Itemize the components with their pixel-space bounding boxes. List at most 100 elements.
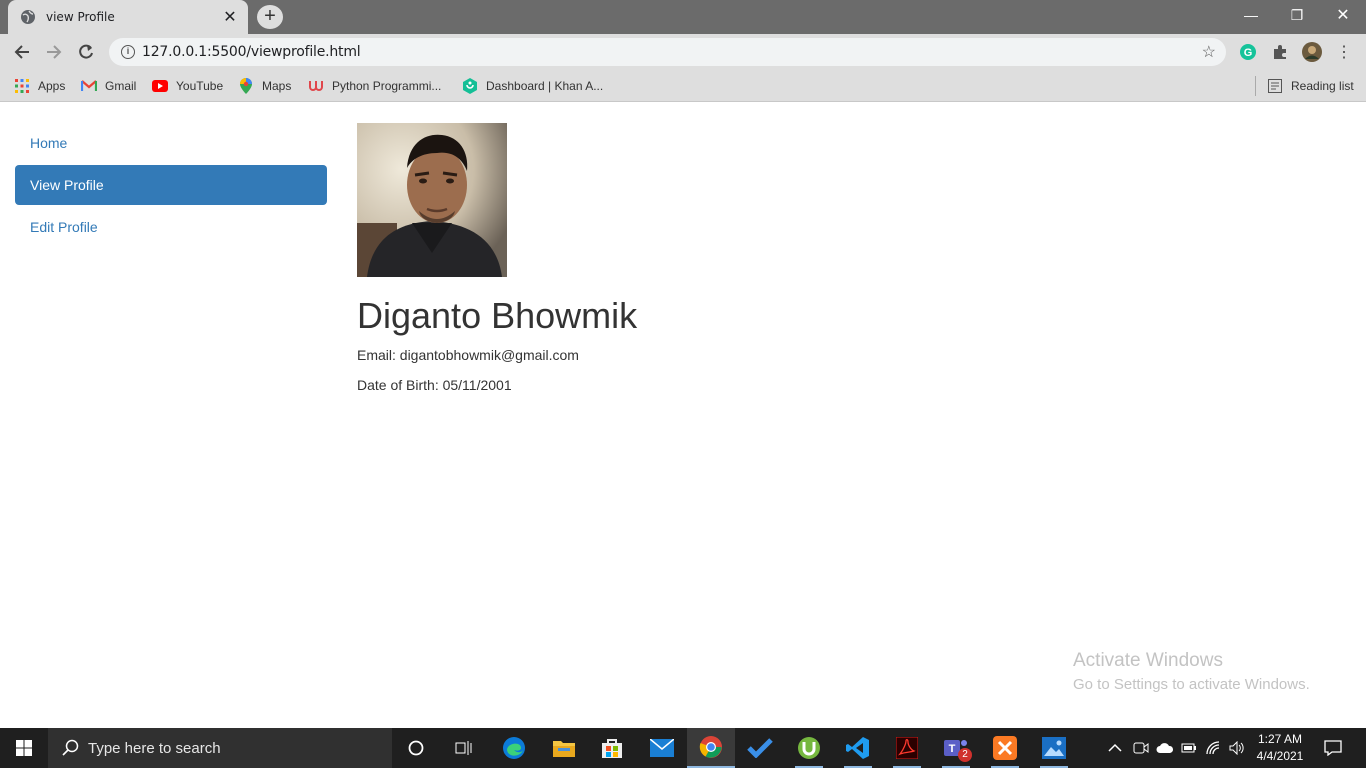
sidebar-item-home[interactable]: Home <box>15 123 327 163</box>
taskbar-teams[interactable]: T 2 <box>932 728 980 768</box>
utorrent-icon <box>798 737 820 759</box>
profile-avatar-icon[interactable] <box>1302 42 1322 62</box>
reload-button[interactable] <box>74 40 98 64</box>
show-hidden-icons-button[interactable] <box>1108 728 1122 768</box>
action-center-button[interactable] <box>1324 728 1342 768</box>
chevron-up-icon <box>1108 743 1122 752</box>
task-view-button[interactable] <box>440 728 488 768</box>
taskbar-xampp[interactable] <box>981 728 1029 768</box>
store-bag-icon <box>602 739 622 758</box>
maps-pin-icon <box>238 78 254 94</box>
bookmarks-bar: Apps Gmail YouTube Maps Python Programmi… <box>0 70 1366 102</box>
bookmark-youtube[interactable]: YouTube <box>152 77 223 95</box>
bookmark-label: Python Programmi... <box>332 79 442 93</box>
profile-name: Diganto Bhowmik <box>357 295 638 336</box>
activate-windows-watermark: Activate Windows Go to Settings to activ… <box>1073 650 1310 693</box>
xampp-icon <box>993 736 1017 760</box>
profile-photo <box>357 123 507 277</box>
edge-icon <box>503 737 525 759</box>
address-bar[interactable]: i 127.0.0.1:5500/viewprofile.html ☆ <box>109 38 1226 66</box>
youtube-icon <box>152 78 168 94</box>
photos-icon <box>1042 737 1066 759</box>
volume-icon[interactable] <box>1229 728 1245 768</box>
bookmarks-separator <box>1255 76 1256 96</box>
taskbar-vscode[interactable] <box>834 728 882 768</box>
bookmark-maps[interactable]: Maps <box>238 77 291 95</box>
profile-dob: Date of Birth: 05/11/2001 <box>357 377 512 393</box>
bookmark-label: Maps <box>262 79 292 93</box>
reading-list-label: Reading list <box>1291 79 1354 93</box>
windows-taskbar: Type here to search T 2 1:27 AM 4/4/2021 <box>0 728 1366 768</box>
meet-now-icon[interactable] <box>1133 728 1149 768</box>
new-tab-button[interactable]: + <box>257 5 283 29</box>
taskbar-utorrent[interactable] <box>785 728 833 768</box>
tab-title: view Profile <box>46 10 115 24</box>
bookmark-label: YouTube <box>176 79 224 93</box>
search-placeholder: Type here to search <box>88 739 221 757</box>
browser-toolbar: i 127.0.0.1:5500/viewprofile.html ☆ G ⋮ <box>0 34 1366 70</box>
sidebar-nav: Home View Profile Edit Profile <box>15 123 327 249</box>
cortana-circle-icon <box>408 740 424 756</box>
start-button[interactable] <box>0 728 48 768</box>
minimize-button[interactable]: — <box>1228 0 1274 30</box>
khan-academy-icon <box>462 78 478 94</box>
reload-icon <box>79 44 93 59</box>
taskbar-store[interactable] <box>588 728 636 768</box>
apps-grid-icon <box>14 78 30 94</box>
taskbar-clock[interactable]: 1:27 AM 4/4/2021 <box>1254 731 1306 765</box>
battery-icon[interactable] <box>1181 728 1197 768</box>
notification-icon <box>1324 740 1342 756</box>
bookmark-apps[interactable]: Apps <box>14 77 65 95</box>
browser-menu-icon[interactable]: ⋮ <box>1334 42 1354 62</box>
taskbar-photos[interactable] <box>1030 728 1078 768</box>
extensions-puzzle-icon[interactable] <box>1270 42 1290 62</box>
taskbar-search-box[interactable]: Type here to search <box>48 728 392 768</box>
mail-envelope-icon <box>650 739 674 757</box>
search-icon <box>62 739 79 756</box>
windows-logo-icon <box>16 740 32 756</box>
onedrive-cloud-icon[interactable] <box>1156 728 1174 768</box>
bookmark-label: Dashboard | Khan A... <box>486 79 604 93</box>
restore-button[interactable]: ❐ <box>1274 0 1320 30</box>
globe-icon <box>21 10 35 24</box>
acrobat-pdf-icon <box>896 737 918 759</box>
taskbar-edge[interactable] <box>490 728 538 768</box>
site-info-icon[interactable]: i <box>121 45 135 59</box>
taskbar-acrobat[interactable] <box>883 728 931 768</box>
taskbar-todo[interactable] <box>736 728 784 768</box>
clock-time: 1:27 AM <box>1257 732 1303 746</box>
vscode-icon <box>846 737 869 759</box>
folder-icon <box>553 741 575 757</box>
todo-check-icon <box>747 738 773 758</box>
bookmark-khan[interactable]: Dashboard | Khan A... <box>462 77 603 95</box>
back-button[interactable] <box>10 40 34 64</box>
back-arrow-icon <box>14 45 29 59</box>
tab-view-profile[interactable]: view Profile ✕ <box>8 0 248 34</box>
cortana-button[interactable] <box>392 728 440 768</box>
watermark-subtitle: Go to Settings to activate Windows. <box>1073 676 1310 693</box>
sidebar-item-view-profile[interactable]: View Profile <box>15 165 327 205</box>
watermark-title: Activate Windows <box>1073 650 1223 671</box>
bookmark-python[interactable]: Python Programmi... <box>308 77 441 95</box>
reading-list-button[interactable]: Reading list <box>1267 77 1354 95</box>
taskbar-file-explorer[interactable] <box>540 728 588 768</box>
grammarly-icon[interactable]: G <box>1238 42 1258 62</box>
forward-button[interactable] <box>42 40 66 64</box>
taskbar-mail[interactable] <box>638 728 686 768</box>
bookmark-label: Apps <box>38 79 66 93</box>
forward-arrow-icon <box>47 45 62 59</box>
close-window-button[interactable]: ✕ <box>1320 0 1366 30</box>
gmail-icon <box>81 78 97 94</box>
taskbar-chrome[interactable] <box>687 728 735 768</box>
browser-tabstrip: view Profile ✕ + — ❐ ✕ <box>0 0 1366 34</box>
tab-close-icon[interactable]: ✕ <box>222 7 238 27</box>
bookmark-label: Gmail <box>105 79 137 93</box>
url-text: 127.0.0.1:5500/viewprofile.html <box>142 44 361 60</box>
bookmark-gmail[interactable]: Gmail <box>81 77 136 95</box>
profile-panel: Diganto Bhowmik Email: digantobhowmik@gm… <box>357 123 637 393</box>
bookmark-star-icon[interactable]: ☆ <box>1202 42 1216 62</box>
wifi-icon[interactable] <box>1206 728 1222 768</box>
sidebar-item-edit-profile[interactable]: Edit Profile <box>15 207 327 247</box>
svg-text:G: G <box>1244 47 1253 59</box>
task-view-icon <box>455 741 472 755</box>
